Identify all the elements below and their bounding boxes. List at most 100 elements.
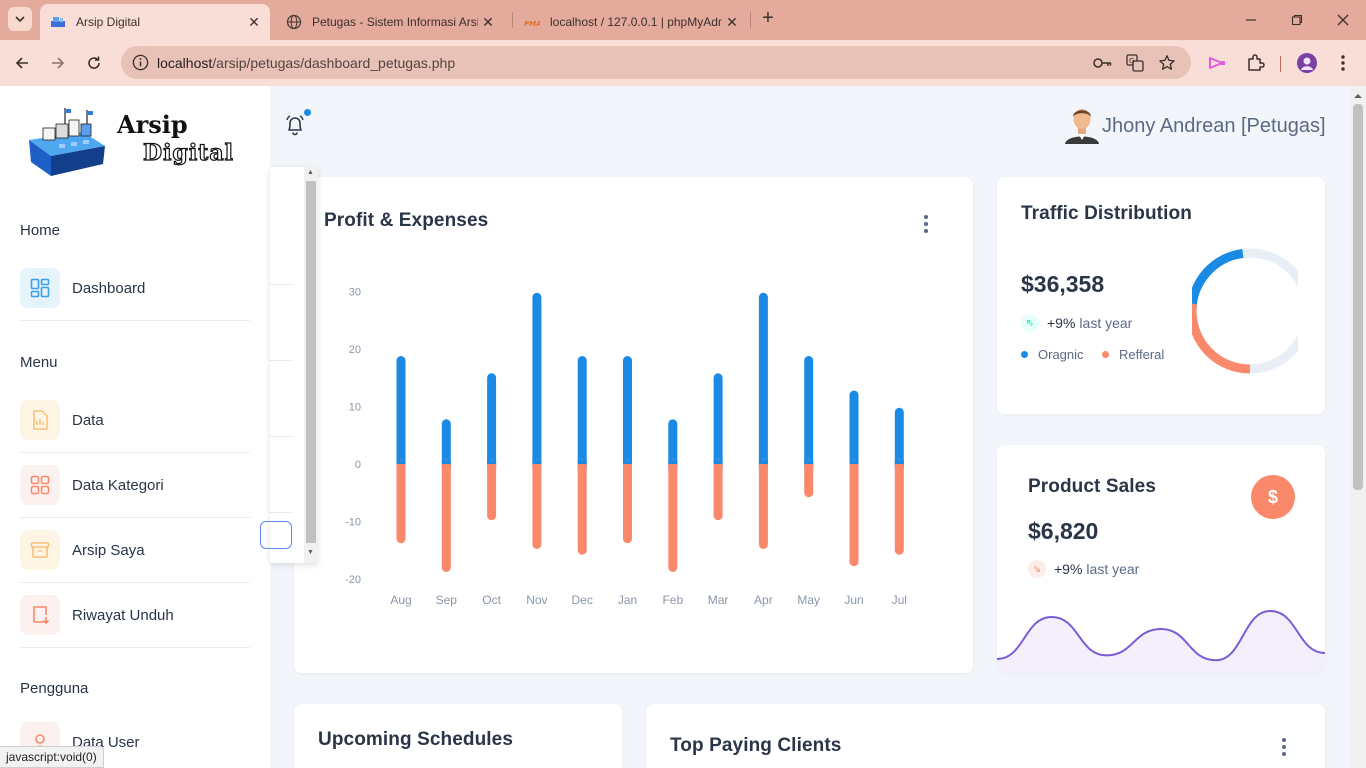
tab-search-button[interactable] [8, 7, 32, 31]
bar-joint [894, 464, 904, 470]
minimize-icon [1246, 19, 1256, 21]
sidebar-item-data-kategori[interactable]: Data Kategori [20, 453, 250, 518]
tab-separator [512, 12, 513, 28]
bar-joint [577, 464, 587, 470]
notification-dot [304, 109, 311, 116]
page-scrollbar[interactable] [1350, 86, 1366, 768]
bar-joint [758, 464, 768, 470]
scrollbar-thumb[interactable] [1353, 104, 1363, 490]
logo-text-digital: Digital [142, 139, 234, 166]
address-bar[interactable]: localhost/arsip/petugas/dashboard_petuga… [121, 46, 1191, 79]
scroll-up-icon[interactable]: ▲ [307, 169, 314, 176]
top-paying-clients-card: Top Paying Clients [646, 704, 1325, 768]
ship-logo-icon [29, 108, 105, 176]
legend-label: Refferal [1119, 347, 1165, 362]
layout-dashboard-icon [20, 268, 60, 308]
browser-tab-petugas[interactable]: Petugas - Sistem Informasi Arsip ✕ [276, 4, 504, 40]
bell-icon[interactable] [284, 114, 306, 136]
scroll-up-icon[interactable] [1350, 90, 1366, 102]
close-window-button[interactable] [1331, 8, 1355, 32]
minimize-button[interactable] [1239, 8, 1263, 32]
divider [270, 360, 292, 361]
dropdown-scrollbar[interactable]: ▲ ▼ [304, 167, 318, 563]
x-tick-label: Feb [662, 593, 683, 607]
translate-icon[interactable]: G [1125, 53, 1145, 73]
new-tab-button[interactable]: + [757, 8, 779, 30]
more-vert-icon[interactable] [1279, 736, 1289, 758]
sidebar: Arsip Digital Home Dashboard Menu Data D… [0, 86, 270, 768]
reload-button[interactable] [82, 51, 106, 75]
media-extension-icon[interactable] [1206, 52, 1228, 74]
trend-caption: last year [1079, 315, 1133, 331]
browser-tab-phpmyadmin[interactable]: PMA localhost / 127.0.0.1 | phpMyAdmin ✕ [514, 4, 748, 40]
profit-expenses-card: Profit & Expenses -20 -10 0 10 20 30 Aug Sep Oct… [294, 177, 973, 673]
sidebar-item-dashboard[interactable]: Dashboard [20, 256, 250, 321]
traffic-donut-chart [1192, 247, 1302, 387]
x-tick-label: May [797, 593, 820, 607]
user-name[interactable]: Jhony Andrean [Petugas] [1102, 115, 1326, 138]
browser-tab-arsip-digital[interactable]: Arsip Digital ✕ [40, 4, 270, 40]
browser-tab-strip: Arsip Digital ✕ Petugas - Sistem Informa… [0, 0, 1366, 40]
password-key-icon[interactable] [1093, 53, 1113, 73]
divider [270, 284, 292, 285]
x-tick-label: Apr [754, 593, 773, 607]
file-chart-icon [20, 400, 60, 440]
divider [270, 436, 292, 437]
legend-label: Oragnic [1038, 347, 1084, 362]
browser-toolbar: localhost/arsip/petugas/dashboard_petuga… [0, 40, 1366, 86]
y-tick-label: 30 [349, 287, 361, 299]
tab-title: localhost / 127.0.0.1 | phpMyAdmin [550, 15, 722, 29]
sidebar-item-arsip-saya[interactable]: Arsip Saya [20, 518, 250, 583]
site-info-icon[interactable] [131, 53, 150, 72]
bookmark-star-icon[interactable] [1157, 53, 1177, 73]
bar-joint [713, 464, 723, 470]
user-avatar[interactable] [1063, 104, 1101, 144]
extensions-puzzle-icon[interactable] [1244, 52, 1266, 74]
close-tab-icon[interactable]: ✕ [478, 14, 498, 31]
profit-expenses-chart: -20 -10 0 10 20 30 Aug Sep Oct Nov Dec Jan Feb Mar Apr… [345, 287, 907, 608]
sidebar-item-riwayat-unduh[interactable]: Riwayat Unduh [20, 583, 250, 648]
bar-joint [396, 464, 406, 470]
y-tick-label: -10 [345, 517, 361, 529]
traffic-distribution-card: Traffic Distribution $36,358 ⇖ +9% last … [997, 177, 1325, 414]
sidebar-item-data[interactable]: Data [20, 388, 250, 453]
restore-button[interactable] [1285, 8, 1309, 32]
close-tab-icon[interactable]: ✕ [244, 14, 264, 31]
x-tick-label: Dec [572, 593, 593, 607]
reload-icon [88, 56, 100, 69]
forward-button[interactable] [46, 51, 70, 75]
x-tick-label: Jun [844, 593, 863, 607]
back-button[interactable] [10, 51, 34, 75]
scroll-down-icon[interactable]: ▼ [307, 549, 314, 556]
x-tick-label: Nov [526, 593, 547, 607]
bar-joint [623, 464, 632, 470]
x-tick-label: Mar [708, 593, 729, 607]
layout-grid-icon [20, 465, 60, 505]
y-tick-label: 10 [349, 402, 361, 414]
sales-area [997, 611, 1325, 673]
browser-menu-icon[interactable] [1332, 52, 1354, 74]
svg-text:G: G [1129, 57, 1134, 65]
traffic-value: $36,358 [1021, 271, 1105, 297]
chevron-down-icon [15, 16, 25, 23]
arrow-left-icon [15, 57, 28, 69]
dropdown-input[interactable] [260, 521, 292, 549]
traffic-trend: ⇖ +9% last year [1021, 314, 1132, 332]
archive-icon [20, 530, 60, 570]
x-tick-label: Aug [390, 593, 411, 607]
close-icon [1337, 14, 1349, 26]
download-receipt-icon [20, 595, 60, 635]
arrow-up-left-icon: ⇖ [1021, 314, 1039, 332]
toolbar-separator [1280, 56, 1281, 72]
sales-value: $6,820 [1028, 518, 1099, 544]
legend-referral: Refferal [1102, 347, 1164, 362]
tab-title: Petugas - Sistem Informasi Arsip [312, 15, 478, 29]
globe-favicon-icon [286, 14, 302, 30]
close-tab-icon[interactable]: ✕ [722, 14, 742, 31]
scrollbar-thumb[interactable] [306, 181, 316, 543]
app-logo[interactable]: Arsip Digital [25, 106, 234, 181]
sales-trend: ⇘ +9% last year [1028, 560, 1139, 578]
profile-avatar-icon[interactable] [1296, 52, 1318, 74]
donut-crop [1298, 247, 1302, 387]
tab-title: Arsip Digital [76, 15, 141, 29]
